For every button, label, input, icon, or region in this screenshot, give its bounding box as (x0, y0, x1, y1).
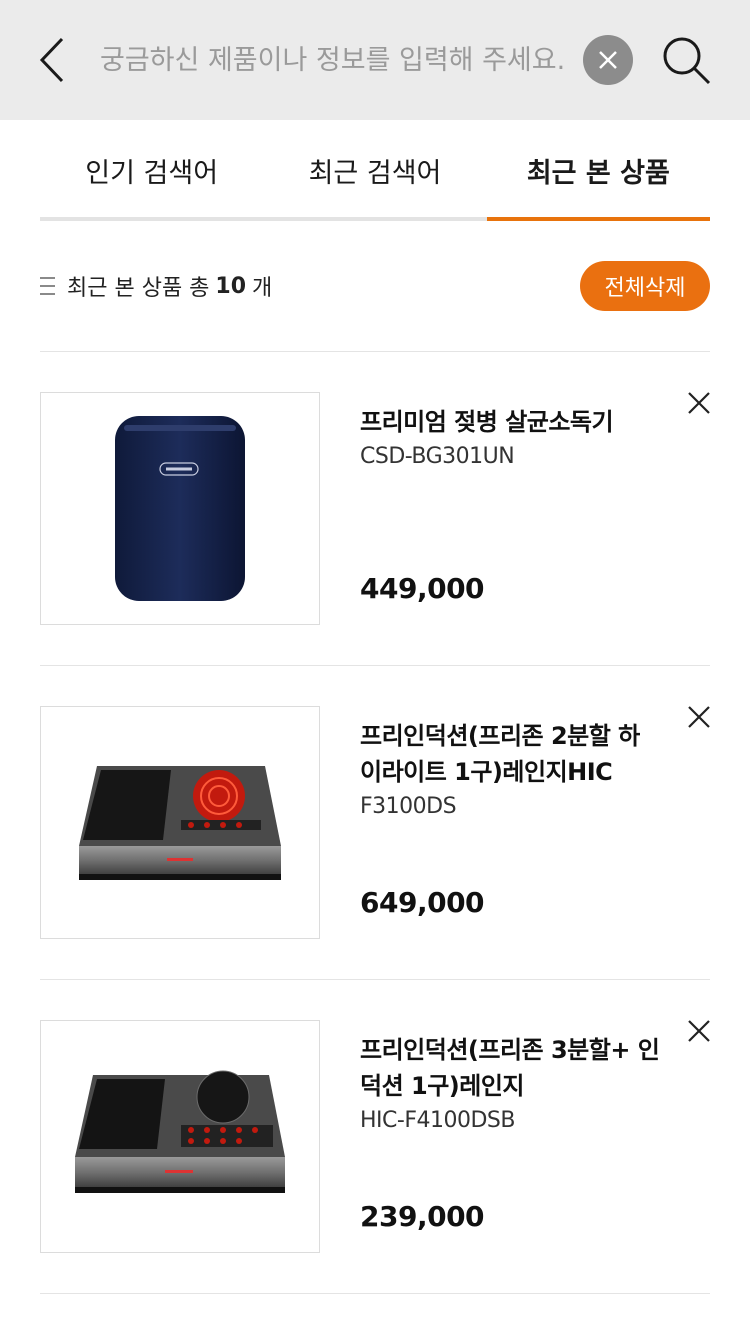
search-header (0, 0, 750, 120)
search-tabs: 인기 검색어 최근 검색어 최근 본 상품 (40, 120, 711, 221)
close-icon (599, 51, 617, 69)
product-item[interactable]: 프리인덕션(프리존 2분할 하이라이트 1구)레인지HIC F3100DS 64… (40, 706, 710, 939)
back-button[interactable] (28, 30, 78, 90)
product-item[interactable]: 프리인덕션(프리존 3분할+ 인덕션 1구)레인지 HIC-F4100DSB 2… (40, 1020, 710, 1253)
divider (40, 665, 710, 666)
chevron-left-icon (39, 37, 64, 83)
divider (40, 1293, 710, 1294)
divider (40, 351, 710, 352)
product-price: 449,000 (360, 572, 485, 605)
summary-count: 10 (215, 273, 247, 299)
search-icon (663, 37, 711, 85)
remove-item-button[interactable] (688, 706, 710, 728)
recent-count-label: 최근 본 상품 총 10 개 (40, 270, 272, 302)
recent-summary-row: 최근 본 상품 총 10 개 전체삭제 (40, 260, 710, 312)
product-model: CSD-BG301UN (360, 444, 515, 469)
product-name[interactable]: 프리미엄 젖병 살균소독기 (360, 404, 660, 440)
bottle-sterilizer-image[interactable] (40, 392, 320, 625)
search-input[interactable] (100, 30, 570, 90)
delete-all-button[interactable]: 전체삭제 (580, 261, 710, 311)
summary-prefix: 최근 본 상품 총 (67, 276, 210, 301)
tab-recently-viewed[interactable]: 최근 본 상품 (486, 120, 711, 221)
remove-item-button[interactable] (688, 1020, 710, 1042)
product-price: 239,000 (360, 1200, 485, 1233)
product-info: 프리인덕션(프리존 2분할 하이라이트 1구)레인지HIC F3100DS (360, 718, 660, 824)
summary-suffix: 개 (252, 276, 273, 301)
product-price: 649,000 (360, 886, 485, 919)
list-icon (40, 277, 55, 295)
tab-popular-searches[interactable]: 인기 검색어 (40, 120, 264, 221)
search-button[interactable] (660, 34, 714, 88)
product-info: 프리미엄 젖병 살균소독기 CSD-BG301UN (360, 404, 660, 474)
induction-range-image[interactable] (40, 706, 320, 939)
product-info: 프리인덕션(프리존 3분할+ 인덕션 1구)레인지 HIC-F4100DSB (360, 1032, 660, 1138)
product-model: F3100DS (360, 794, 457, 819)
clear-search-button[interactable] (583, 35, 633, 85)
product-model: HIC-F4100DSB (360, 1108, 515, 1133)
product-name[interactable]: 프리인덕션(프리존 3분할+ 인덕션 1구)레인지 (360, 1032, 660, 1104)
tab-recent-searches[interactable]: 최근 검색어 (263, 120, 487, 221)
product-name[interactable]: 프리인덕션(프리존 2분할 하이라이트 1구)레인지HIC (360, 718, 660, 790)
product-item[interactable]: 프리미엄 젖병 살균소독기 CSD-BG301UN 449,000 (40, 392, 710, 625)
remove-item-button[interactable] (688, 392, 710, 414)
divider (40, 979, 710, 980)
induction-range-image[interactable] (40, 1020, 320, 1253)
